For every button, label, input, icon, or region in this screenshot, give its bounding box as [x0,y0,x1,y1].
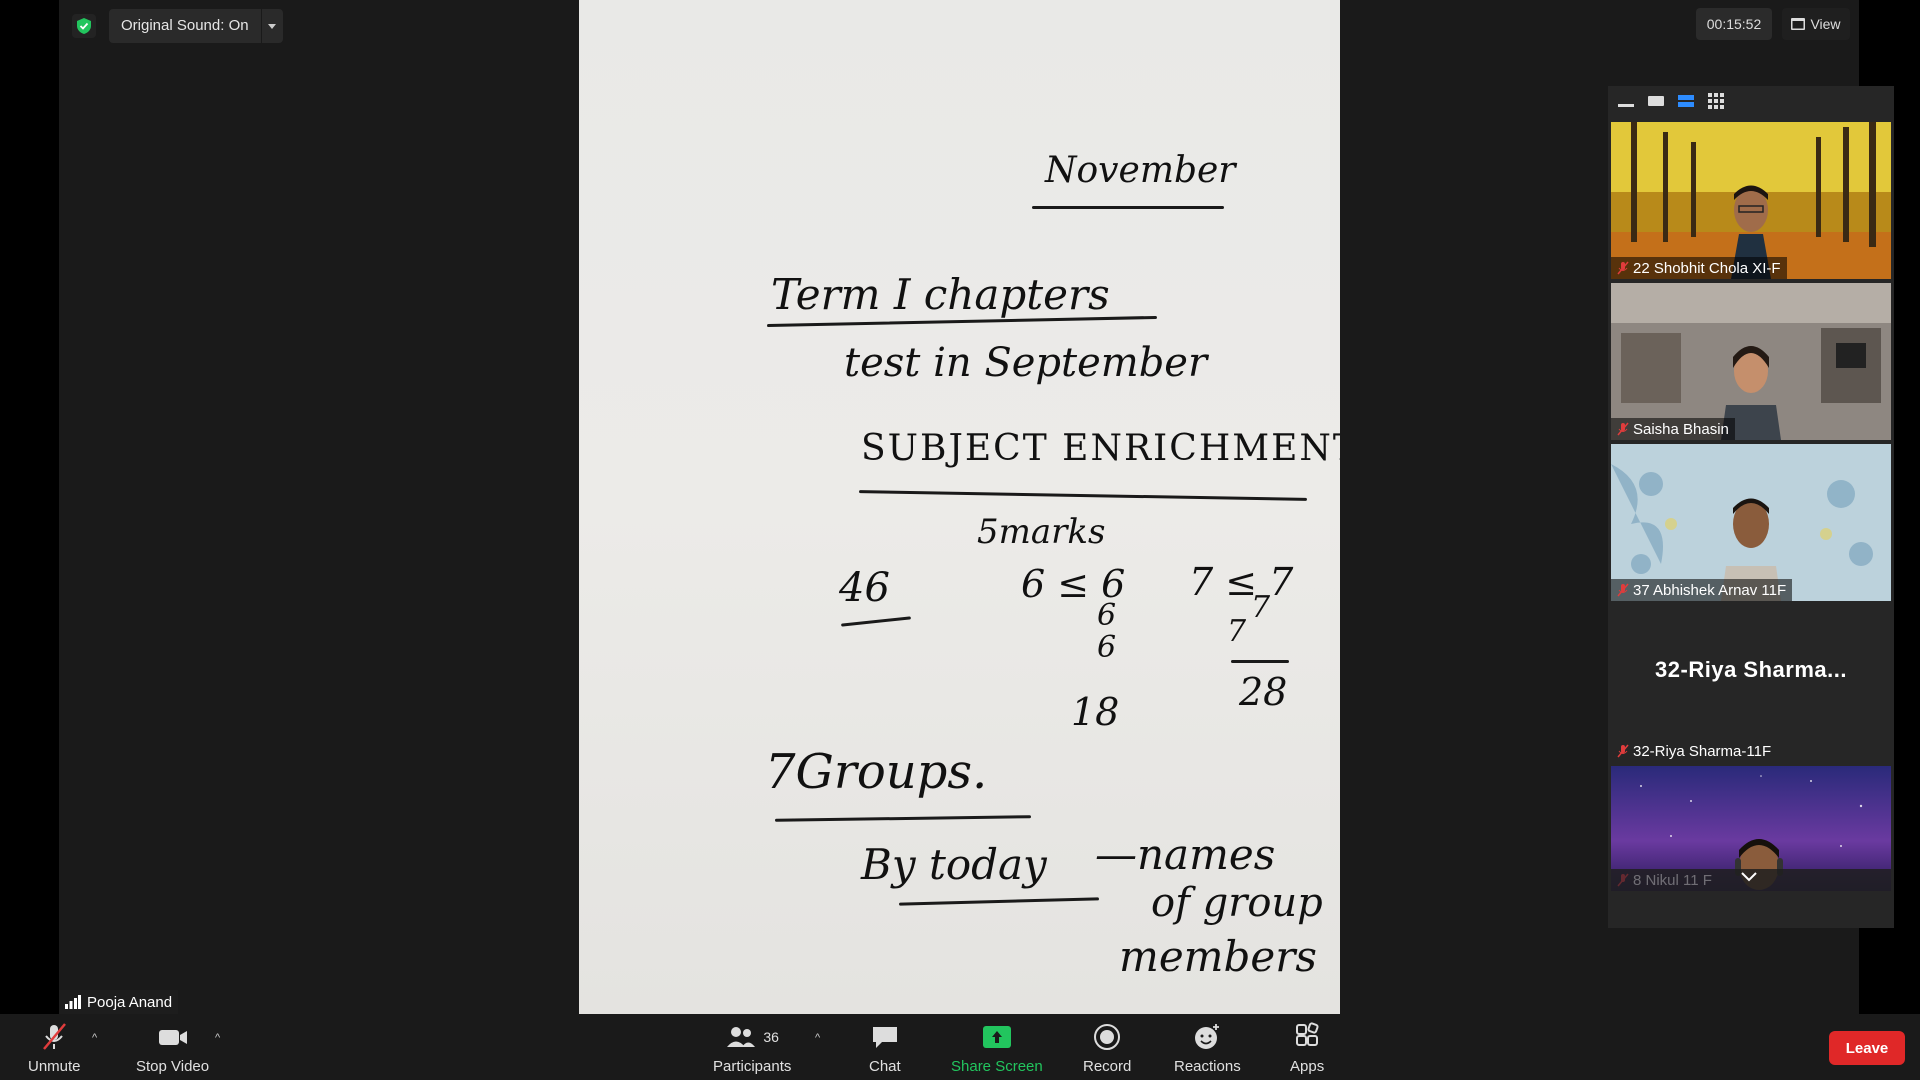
participant-display-name: 32-Riya Sharma... [1655,657,1847,682]
participant-tile[interactable]: 22 Shobhit Chola XI-F [1611,122,1891,279]
wb-text-sum6b: 6 [1097,598,1117,633]
wb-underline [1231,660,1289,663]
wb-text-month: November [1045,150,1236,191]
chat-button[interactable]: Chat [869,1022,901,1075]
mic-muted-icon [1617,744,1629,758]
meeting-timer: 00:15:52 [1696,8,1772,40]
wb-text-subject: SUBJECT ENRICHMENT [861,428,1340,469]
minimize-icon[interactable] [1618,94,1634,113]
wb-text-term: Term I chapters [771,270,1110,319]
participant-video [1611,444,1891,601]
record-label[interactable]: Record [1083,1058,1131,1075]
participant-tile[interactable]: 8 Nikul 11 F [1611,766,1891,891]
wb-underline [859,490,1307,501]
shared-video-whiteboard: November Term I chapters test in Septemb… [579,0,1340,1014]
shield-check-icon[interactable] [72,14,96,38]
participant-name-tag: 8 Nikul 11 F [1611,869,1718,891]
original-sound-label[interactable]: Original Sound: On [109,9,261,43]
view-button[interactable]: View [1782,8,1850,40]
speaker-name: Pooja Anand [87,993,173,1011]
wb-text-sum6c: 6 [1097,630,1117,665]
wb-text-46: 46 [839,565,890,611]
unmute-label[interactable]: Unmute [28,1058,81,1075]
wb-text-18: 18 [1071,690,1120,734]
participants-label[interactable]: Participants [713,1058,791,1075]
stop-video-button[interactable]: Stop Video [136,1022,209,1075]
wb-text-today: By today [861,840,1047,889]
participant-name-tag: 37 Abhishek Arnav 11F [1611,579,1793,601]
participant-name-tag: Saisha Bhasin [1611,418,1735,440]
apps-button[interactable]: Apps [1290,1022,1324,1075]
record-icon [1094,1024,1121,1050]
mic-muted-icon [43,1023,67,1050]
view-label[interactable]: View [1810,16,1840,32]
mic-muted-icon [1617,261,1629,275]
leave-button[interactable]: Leave [1829,1031,1905,1065]
meeting-toolbar: Unmute ^ Stop Video ^ 36 Participants ^ … [0,1014,1920,1080]
participant-tile[interactable]: 37 Abhishek Arnav 11F [1611,444,1891,601]
participant-tile[interactable]: Saisha Bhasin [1611,283,1891,440]
stop-video-label[interactable]: Stop Video [136,1058,209,1075]
participant-video [1611,283,1891,440]
participants-options-caret[interactable]: ^ [815,1032,820,1044]
participants-icon [727,1027,756,1047]
participant-gallery: 22 Shobhit Chola XI-F Saisha Bhasin 37 A… [1608,86,1894,928]
gallery-view-controls [1608,86,1894,120]
video-options-caret[interactable]: ^ [215,1032,220,1044]
participant-tile[interactable]: 32-Riya Sharma... 32-Riya Sharma-11F [1611,605,1891,762]
participant-name-tag: 32-Riya Sharma-11F [1611,740,1777,762]
share-screen-label[interactable]: Share Screen [951,1058,1043,1075]
speaker-name-tag: Pooja Anand [59,990,179,1014]
chat-icon [872,1027,897,1048]
wb-text-marks: 5marks [977,512,1106,552]
chat-label[interactable]: Chat [869,1058,901,1075]
wb-text-groups: 7Groups. [765,744,988,800]
wb-underline [898,897,1100,906]
chevron-down-icon[interactable] [260,9,283,43]
wb-text-of-group: of group [1151,880,1323,926]
apps-icon [1296,1022,1319,1046]
participant-name: Saisha Bhasin [1633,420,1729,438]
mic-muted-icon [1617,583,1629,597]
wb-underline [774,815,1032,822]
wb-text-28: 28 [1239,670,1288,714]
participant-name-tag: 22 Shobhit Chola XI-F [1611,257,1787,279]
wb-text-sum7c: 7 [1227,614,1247,649]
mic-muted-icon [1617,873,1629,887]
unmute-button[interactable]: Unmute [28,1022,81,1075]
speaker-view-icon[interactable] [1648,94,1664,113]
participant-name: 37 Abhishek Arnav 11F [1633,581,1787,599]
video-camera-icon [158,1030,187,1045]
wb-underline [841,616,911,627]
reactions-icon [1195,1024,1220,1049]
audio-options-caret[interactable]: ^ [92,1032,97,1044]
signal-bars-icon [65,995,81,1009]
participants-button[interactable]: 36 Participants [713,1022,791,1075]
strip-view-icon[interactable] [1678,94,1694,113]
record-button[interactable]: Record [1083,1022,1131,1075]
wb-text-members: members [1119,932,1317,981]
participant-video [1611,122,1891,279]
view-icon [1791,18,1806,30]
participant-name: 8 Nikul 11 F [1633,871,1712,889]
reactions-label[interactable]: Reactions [1174,1058,1241,1075]
wb-text-test: test in September [844,340,1208,386]
apps-label[interactable]: Apps [1290,1058,1324,1075]
wb-text-names: —names [1095,830,1276,879]
grid-view-icon[interactable] [1708,92,1724,114]
reactions-button[interactable]: Reactions [1174,1022,1241,1075]
original-sound-button[interactable]: Original Sound: On [109,9,283,43]
chevron-down-icon[interactable] [1741,869,1757,887]
wb-text-sum7a: 7 ≤ 7 [1189,560,1294,604]
wb-underline [1032,206,1224,209]
participant-name: 32-Riya Sharma-11F [1633,742,1772,760]
participants-count: 36 [763,1029,779,1045]
share-screen-button[interactable]: Share Screen [951,1022,1043,1075]
participant-name: 22 Shobhit Chola XI-F [1633,259,1781,277]
share-screen-icon [982,1026,1011,1048]
mic-muted-icon [1617,422,1629,436]
wb-text-sum7b: 7 [1251,590,1271,625]
